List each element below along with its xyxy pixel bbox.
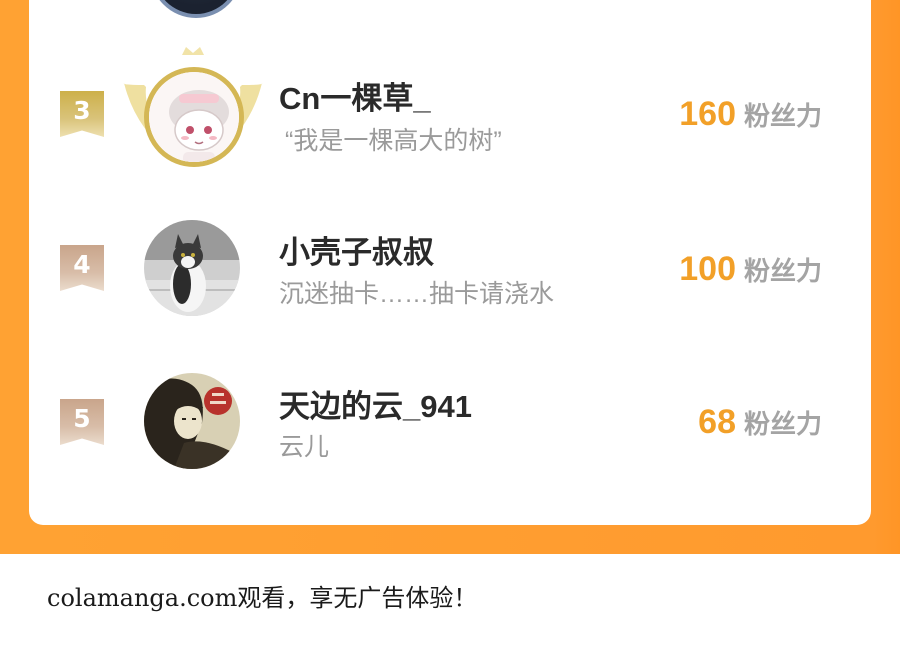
- score-value: 100: [679, 250, 736, 288]
- score-unit: 粉丝力: [743, 101, 822, 131]
- user-name[interactable]: Cn一棵草_: [279, 73, 431, 118]
- avatar: [144, 220, 240, 316]
- avatar: [144, 373, 240, 469]
- avatar-frame: [122, 45, 264, 175]
- avatar: [144, 67, 244, 167]
- fan-power-score: 160 粉丝力: [679, 95, 822, 134]
- rank-badge: 5: [60, 399, 104, 445]
- user-name[interactable]: 天边的云_941: [279, 381, 472, 426]
- score-value: 160: [679, 95, 736, 133]
- ranking-row-5[interactable]: 5 天边的云_941 云儿 68 粉丝力: [0, 365, 900, 495]
- user-name[interactable]: 小壳子叔叔: [279, 227, 434, 272]
- score-value: 68: [698, 403, 736, 441]
- rank-badge: 3: [60, 91, 104, 137]
- ranking-row-3[interactable]: 3 Cn一棵草_ “我是一棵高大的树” 160 粉丝力: [0, 45, 900, 175]
- user-bio: “我是一棵高大的树”: [285, 127, 502, 155]
- fan-power-score: 68 粉丝力: [698, 403, 822, 442]
- fan-power-score: 100 粉丝力: [679, 250, 822, 289]
- avatar-frame: [144, 373, 240, 469]
- score-unit: 粉丝力: [743, 256, 822, 286]
- watermark-footer-text: colamanga.com观看，享无广告体验！: [47, 584, 478, 612]
- rank-badge: 4: [60, 245, 104, 291]
- user-bio: 云儿: [279, 433, 330, 461]
- avatar-frame: [144, 220, 240, 316]
- user-bio: 沉迷抽卡……抽卡请浇水: [279, 280, 555, 308]
- ranking-row-4[interactable]: 4 小壳子叔叔 沉迷抽卡……抽卡请浇水 100 粉丝力: [0, 210, 900, 340]
- score-unit: 粉丝力: [743, 409, 822, 439]
